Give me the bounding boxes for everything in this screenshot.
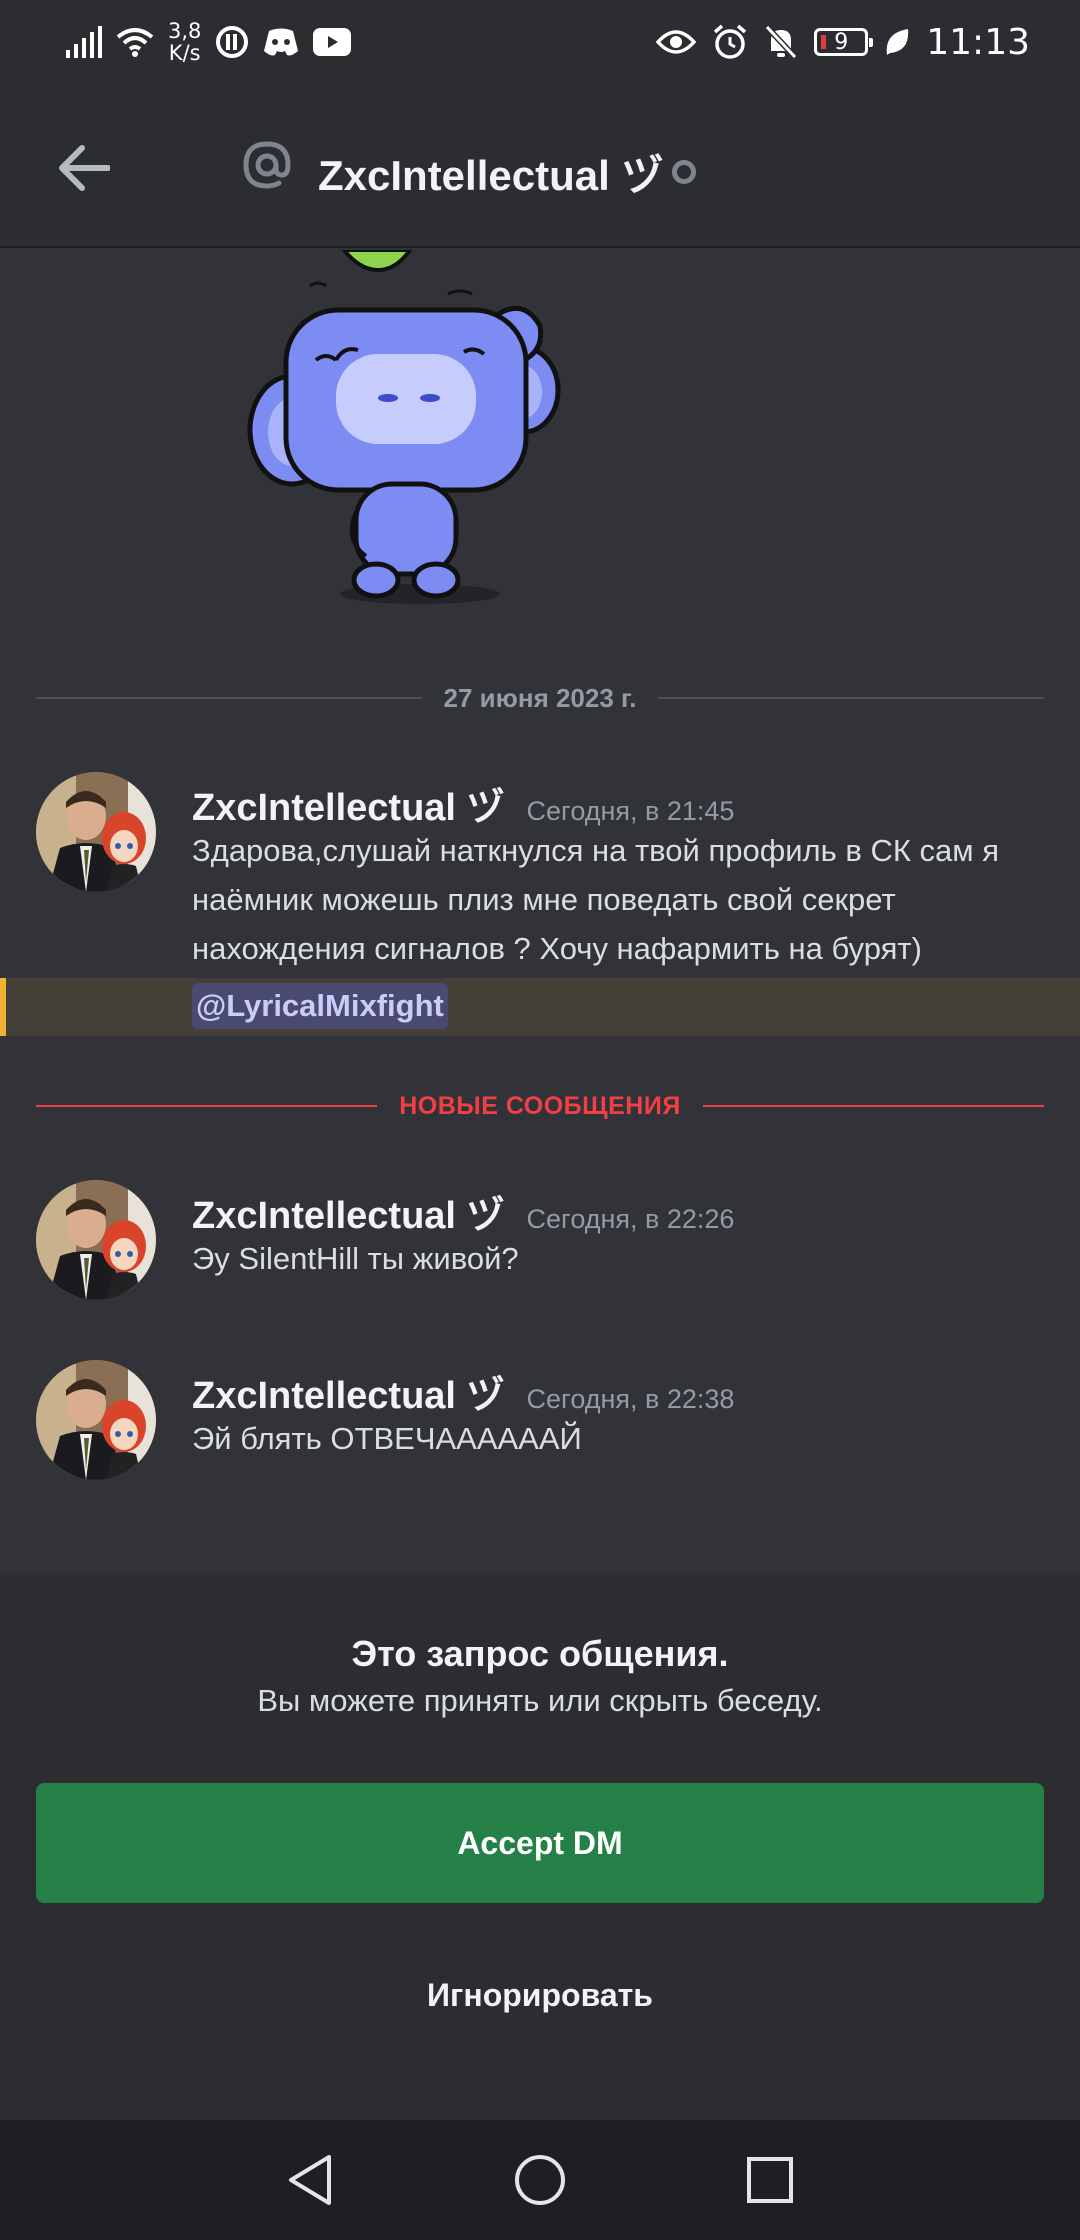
back-button[interactable] xyxy=(48,132,120,204)
date-divider-label: 27 июня 2023 г. xyxy=(443,682,637,713)
bell-muted-icon xyxy=(765,24,798,60)
avatar[interactable] xyxy=(36,772,156,892)
message-timestamp: Сегодня, в 22:26 xyxy=(526,1204,735,1234)
message-text: Здарова,слушай наткнулся на твой профиль… xyxy=(192,833,999,966)
offline-status-icon xyxy=(672,160,696,184)
battery-level: 9 xyxy=(834,29,849,55)
wumpus-wave-illustration xyxy=(247,250,561,604)
request-subtitle: Вы можете принять или скрыть беседу. xyxy=(257,1683,823,1718)
divider-line xyxy=(36,697,422,699)
message-timestamp: Сегодня, в 21:45 xyxy=(526,796,735,826)
divider-line xyxy=(702,1105,1044,1107)
net-speed-value: 3,8 xyxy=(168,19,202,43)
avatar-image xyxy=(36,1360,156,1480)
channel-header: ZxcIntellectual ヅ xyxy=(0,80,1080,248)
status-bar: 3,8 K/s 9 11:13 xyxy=(0,0,1080,80)
date-divider: 27 июня 2023 г. xyxy=(36,678,1045,718)
signal-icon xyxy=(66,26,102,58)
avatar[interactable] xyxy=(36,1360,156,1480)
status-right: 9 11:13 xyxy=(656,14,1030,70)
eye-icon xyxy=(656,30,697,54)
system-navigation-bar xyxy=(0,2120,1080,2240)
square-recents-icon xyxy=(747,2157,793,2203)
status-left: 3,8 K/s xyxy=(66,14,352,70)
mention-highlight-row: @LyricalMixfight xyxy=(0,978,1080,1036)
app-notification-icon xyxy=(216,26,249,58)
at-icon xyxy=(243,141,291,189)
message-text: Эу SilentHill ты живой? xyxy=(192,1241,519,1276)
alarm-icon xyxy=(714,24,747,59)
nav-home-button[interactable] xyxy=(508,2148,572,2212)
triangle-back-icon xyxy=(289,2155,331,2205)
net-speed: 3,8 K/s xyxy=(168,20,201,64)
nav-recents-button[interactable] xyxy=(738,2148,802,2212)
net-speed-unit: K/s xyxy=(168,41,201,65)
user-mention[interactable]: @LyricalMixfight xyxy=(192,983,448,1029)
avatar[interactable] xyxy=(36,1180,156,1300)
avatar-image xyxy=(36,1180,156,1300)
leaf-icon xyxy=(886,29,909,55)
new-messages-divider: НОВЫЕ СООБЩЕНИЯ xyxy=(36,1086,1044,1126)
message-item[interactable]: ZxcIntellectual ヅ Сегодня, в 22:38 Эй бл… xyxy=(0,1358,1080,1488)
accept-dm-button[interactable]: Accept DM xyxy=(36,1783,1044,1903)
author-name[interactable]: ZxcIntellectual ヅ xyxy=(192,1184,505,1239)
message-header: ZxcIntellectual ヅ Сегодня, в 22:26 xyxy=(192,1184,734,1239)
nav-back-button[interactable] xyxy=(278,2148,342,2212)
wifi-icon xyxy=(116,28,154,57)
request-title: Это запрос общения. xyxy=(351,1633,729,1674)
new-messages-label: НОВЫЕ СООБЩЕНИЯ xyxy=(399,1091,681,1120)
channel-title[interactable]: ZxcIntellectual ヅ xyxy=(318,142,663,203)
discord-icon xyxy=(264,28,299,56)
message-header: ZxcIntellectual ヅ Сегодня, в 22:38 xyxy=(192,1364,734,1419)
message-request-panel: Это запрос общения. Вы можете принять ил… xyxy=(0,1575,1080,2120)
divider-line xyxy=(658,697,1045,699)
circle-home-icon xyxy=(515,2155,565,2205)
youtube-icon xyxy=(313,28,352,56)
message-text: Эй блять ОТВЕЧААААААЙ xyxy=(192,1421,582,1456)
battery-indicator: 9 xyxy=(814,28,874,56)
message-item[interactable]: ZxcIntellectual ヅ Сегодня, в 22:26 Эу Si… xyxy=(0,1178,1080,1308)
divider-line xyxy=(36,1105,378,1107)
message-item[interactable]: ZxcIntellectual ヅ Сегодня, в 21:45 Здаро… xyxy=(0,770,1080,1040)
avatar-image xyxy=(36,772,156,892)
message-header: ZxcIntellectual ヅ Сегодня, в 21:45 xyxy=(192,776,734,831)
message-timestamp: Сегодня, в 22:38 xyxy=(526,1384,735,1414)
clock: 11:13 xyxy=(926,21,1030,63)
ignore-button[interactable]: Игнорировать xyxy=(340,1955,740,2035)
author-name[interactable]: ZxcIntellectual ヅ xyxy=(192,1364,505,1419)
author-name[interactable]: ZxcIntellectual ヅ xyxy=(192,776,505,831)
arrow-left-icon xyxy=(59,145,110,191)
